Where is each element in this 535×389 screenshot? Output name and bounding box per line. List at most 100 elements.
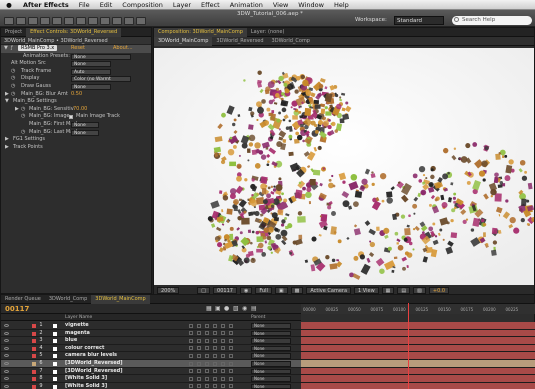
eye-icon[interactable] [4, 346, 9, 350]
flowchart-icon[interactable]: ▧ [413, 286, 426, 294]
graph-editor-icon[interactable]: ▤ [251, 305, 257, 312]
collapse-switch[interactable] [197, 369, 201, 374]
menu-file[interactable]: File [74, 1, 95, 9]
hand-tool-icon[interactable] [16, 17, 26, 25]
parent-select[interactable]: None [251, 361, 291, 367]
eye-icon[interactable] [4, 339, 9, 343]
effect-switch[interactable] [213, 361, 217, 366]
draft-3d-icon[interactable]: ▣ [215, 305, 221, 312]
eye-icon[interactable] [4, 384, 9, 388]
eye-icon[interactable] [4, 369, 9, 373]
selection-tool-icon[interactable] [4, 17, 14, 25]
layer-name[interactable]: colour correct [65, 345, 104, 353]
puppet-tool-icon[interactable] [136, 17, 146, 25]
tab-project[interactable]: Project [1, 28, 26, 37]
collapse-switch[interactable] [197, 346, 201, 351]
collapse-arrow-icon[interactable]: ▼ [5, 98, 9, 106]
parent-select[interactable]: None [251, 368, 291, 375]
collapse-switch[interactable] [197, 338, 201, 343]
collapse-switch[interactable] [197, 361, 201, 366]
stopwatch-icon[interactable]: ◷ [11, 75, 15, 83]
eye-icon[interactable] [4, 324, 9, 327]
shy-switch[interactable] [189, 331, 193, 336]
layer-duration-bar[interactable] [301, 337, 535, 345]
shy-switch[interactable] [189, 323, 193, 328]
effect-switch[interactable] [213, 384, 217, 389]
3d-layer-switch[interactable] [229, 369, 233, 374]
first-mask-select[interactable]: None [71, 121, 99, 128]
collapse-switch[interactable] [197, 331, 201, 336]
3d-layer-switch[interactable] [229, 376, 233, 381]
shy-switch[interactable] [189, 361, 193, 366]
effect-header-row[interactable]: ▼ ƒ RSMB Pro 3.x Reset About... [1, 45, 151, 53]
search-help-input[interactable]: Search Help [452, 16, 532, 25]
menu-window[interactable]: Window [293, 1, 329, 9]
expand-arrow-icon[interactable]: ▶ [5, 144, 9, 152]
3d-layer-switch[interactable] [229, 384, 233, 389]
fast-preview-icon[interactable]: ▦ [381, 286, 395, 294]
rotate-tool-icon[interactable] [40, 17, 50, 25]
label-color-swatch[interactable] [32, 331, 36, 336]
parent-column[interactable]: Parent [251, 315, 265, 320]
transparency-grid-icon[interactable]: ▩ [290, 286, 304, 294]
motion-blur-icon[interactable]: ◉ [242, 305, 247, 312]
stopwatch-icon[interactable]: ◷ [21, 106, 25, 114]
quality-switch[interactable] [205, 369, 209, 374]
label-color-swatch[interactable] [32, 354, 36, 359]
layer-duration-bar[interactable] [301, 322, 535, 330]
animation-presets-select[interactable]: None [71, 53, 131, 60]
label-color-swatch[interactable] [32, 339, 36, 344]
label-color-swatch[interactable] [32, 369, 36, 374]
layer-name[interactable]: [White Solid 3] [65, 375, 107, 383]
layer-duration-bar[interactable] [301, 360, 535, 368]
quality-switch[interactable] [205, 331, 209, 336]
pen-tool-icon[interactable] [76, 17, 86, 25]
collapse-switch[interactable] [197, 323, 201, 328]
collapse-switch[interactable] [197, 384, 201, 389]
quality-switch[interactable] [205, 353, 209, 358]
main-image-checkbox[interactable] [69, 115, 73, 120]
menu-animation[interactable]: Animation [225, 1, 268, 9]
shy-switch[interactable] [189, 338, 193, 343]
time-ruler[interactable]: 00000 00025 00050 00075 00100 00125 00150 00175… [301, 304, 535, 314]
comp-mini-flowchart-icon[interactable]: ▦ [206, 305, 212, 312]
parent-select[interactable]: None [251, 376, 291, 382]
snapshot-icon[interactable]: □ [197, 286, 211, 294]
tab-3dworld-maincomp[interactable]: 3DWorld_MainComp [91, 294, 150, 304]
3d-layer-switch[interactable] [229, 353, 233, 358]
tab-3dworld-comp[interactable]: 3DWorld_Comp [45, 295, 91, 304]
shy-switch[interactable] [189, 384, 193, 389]
table-row[interactable]: 5 camera blur levels None [1, 352, 301, 360]
motion-blur-switch[interactable] [221, 369, 225, 374]
draw-gauss-select[interactable]: None [71, 83, 111, 90]
motion-blur-switch[interactable] [221, 361, 225, 366]
timeline-icon[interactable]: ▤ [397, 286, 411, 294]
table-row[interactable]: 4 colour correct None [1, 344, 301, 353]
collapse-switch[interactable] [197, 353, 201, 358]
quality-switch[interactable] [205, 323, 209, 328]
menu-effect[interactable]: Effect [196, 1, 225, 9]
effect-switch[interactable] [213, 369, 217, 374]
label-color-swatch[interactable] [32, 377, 36, 382]
layer-name[interactable]: blue [65, 337, 77, 345]
motion-blur-switch[interactable] [221, 323, 225, 328]
layer-name-column[interactable]: Layer Name [65, 315, 92, 320]
parent-select[interactable]: None [251, 345, 291, 352]
layer-duration-bar[interactable] [301, 382, 535, 389]
tab-effect-controls[interactable]: Effect Controls: 3DWorld_Reversed [26, 27, 122, 37]
shy-switch[interactable] [189, 376, 193, 381]
layer-name[interactable]: vignette [65, 322, 89, 330]
breadcrumb-comp[interactable]: 3DWorld_Comp [268, 37, 314, 46]
stopwatch-icon[interactable]: ◷ [21, 129, 25, 137]
table-row[interactable]: 2 magenta None [1, 329, 301, 338]
3d-layer-switch[interactable] [229, 323, 233, 328]
magnification-select[interactable]: 200% [157, 286, 180, 294]
motion-blur-switch[interactable] [221, 376, 225, 381]
3d-layer-switch[interactable] [229, 338, 233, 343]
current-time-indicator[interactable] [408, 303, 409, 389]
workspace-select[interactable]: Standard [394, 16, 444, 25]
region-icon[interactable]: ▣ [274, 286, 288, 294]
resolution-select[interactable]: Full [255, 286, 272, 294]
3d-layer-switch[interactable] [229, 346, 233, 351]
stopwatch-icon[interactable]: ◷ [11, 91, 15, 99]
